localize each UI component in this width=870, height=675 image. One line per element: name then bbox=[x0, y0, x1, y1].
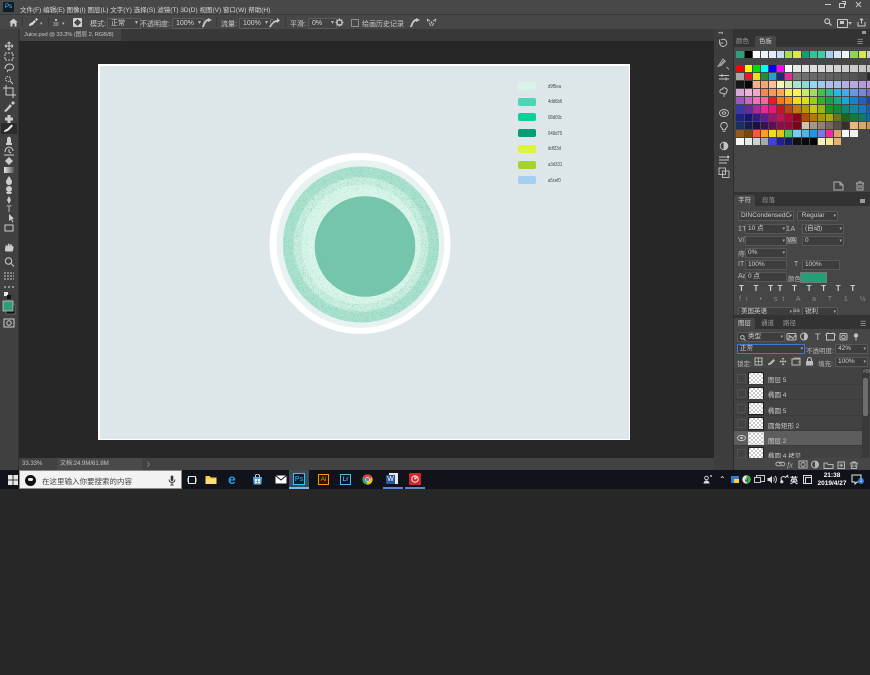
svg-text:T: T bbox=[815, 332, 821, 341]
svg-text:fx: fx bbox=[787, 461, 793, 470]
svg-text:T: T bbox=[6, 204, 12, 214]
